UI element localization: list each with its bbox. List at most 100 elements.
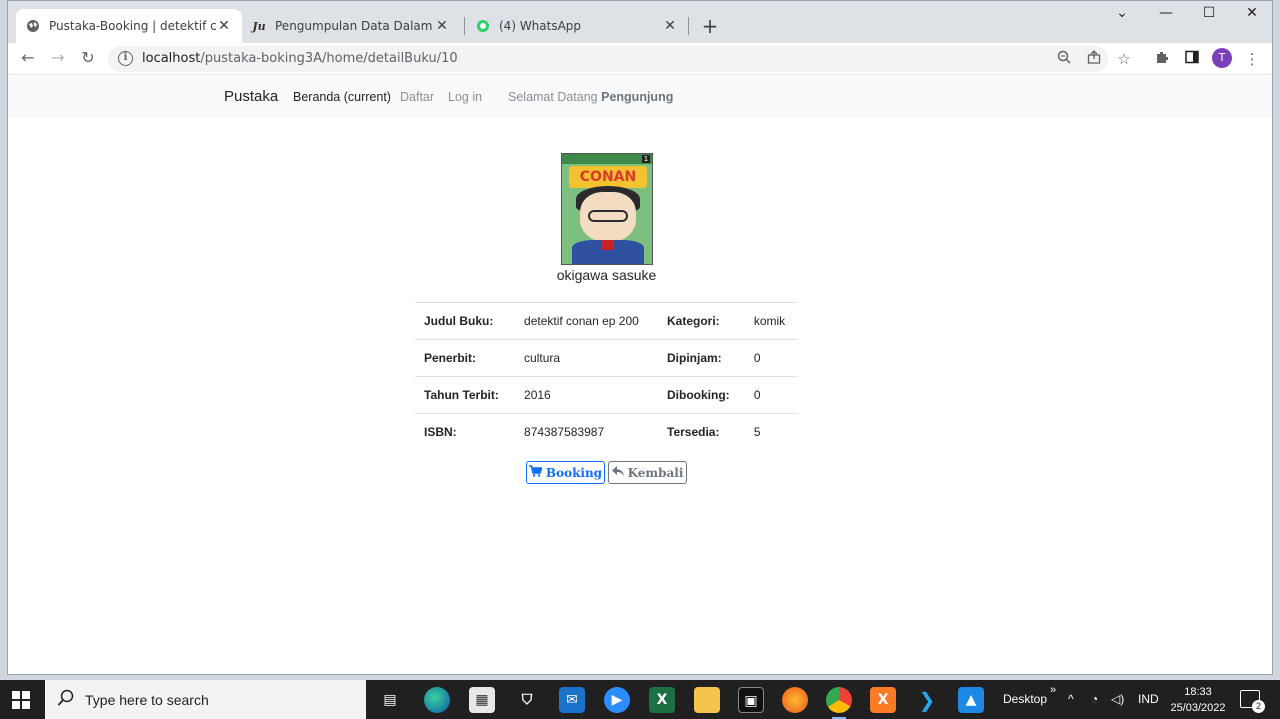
value-dipinjam: 0 (753, 351, 761, 365)
maximize-icon[interactable]: ☐ (1189, 5, 1229, 21)
zoom-icon[interactable] (1054, 49, 1074, 69)
task-view-icon[interactable]: ▤ (377, 687, 403, 713)
share-icon[interactable] (1084, 49, 1104, 69)
firefox-icon[interactable] (782, 687, 808, 713)
table-row: Judul Buku: detektif conan ep 200 Katego… (415, 302, 798, 340)
volume-icon[interactable]: ◁) (1111, 692, 1124, 706)
security-shield-icon[interactable]: ⛉ (514, 687, 540, 713)
label-dibooking: Dibooking: (667, 388, 730, 402)
tab-pustaka-booking[interactable]: Pustaka-Booking | detektif conan ✕ (16, 9, 242, 43)
nav-link-daftar[interactable]: Daftar (400, 90, 434, 104)
site-navbar: Pustaka Beranda (current) Daftar Log in … (8, 76, 1272, 118)
address-bar[interactable]: i localhost/pustaka-boking3A/home/detail… (108, 46, 1108, 72)
extensions-icon[interactable] (1152, 49, 1172, 69)
tab-whatsapp[interactable]: (4) WhatsApp ✕ (466, 9, 688, 43)
tab-strip: Pustaka-Booking | detektif conan ✕ Ju Pe… (8, 1, 1272, 43)
page-content: Pustaka Beranda (current) Daftar Log in … (8, 76, 1272, 674)
xampp-icon[interactable]: X (870, 687, 896, 713)
vscode-icon[interactable]: ❯ (914, 687, 940, 713)
windows-start-icon[interactable] (12, 691, 30, 709)
side-panel-icon[interactable] (1182, 49, 1202, 69)
tab-title: (4) WhatsApp (499, 19, 582, 33)
value-penerbit: cultura (524, 351, 561, 365)
tab-search-icon[interactable]: ⌄ (1102, 5, 1142, 21)
cart-icon (528, 465, 543, 480)
toolbar-expand-icon[interactable]: » (1050, 684, 1056, 696)
value-tersedia: 5 (753, 425, 761, 440)
new-tab-button[interactable]: + (698, 14, 722, 38)
windows-taskbar: Type here to search ▤ ▦ ⛉ ✉ ▶ X ▣ X ❯ ▲ … (0, 680, 1280, 719)
close-window-icon[interactable]: ✕ (1232, 5, 1272, 21)
close-tab-icon[interactable]: ✕ (434, 18, 450, 34)
search-placeholder: Type here to search (85, 691, 209, 708)
reply-arrow-icon (611, 465, 624, 480)
value-isbn: 874387583987 (524, 425, 605, 440)
search-icon (57, 689, 77, 711)
value-judul-buku: detektif conan ep 200 (524, 314, 639, 328)
notification-center-icon[interactable]: 2 (1240, 690, 1265, 713)
label-tahun-terbit: Tahun Terbit: (424, 388, 499, 402)
label-penerbit: Penerbit: (424, 351, 477, 365)
kembali-button[interactable]: Kembali (608, 461, 687, 484)
close-tab-icon[interactable]: ✕ (662, 18, 678, 34)
input-language[interactable]: IND (1138, 692, 1159, 706)
book-detail-table: Judul Buku: detektif conan ep 200 Katego… (415, 302, 798, 451)
store-icon[interactable]: ▦ (469, 687, 495, 713)
edge-icon[interactable] (424, 687, 450, 713)
globe-icon (26, 19, 40, 33)
label-kategori: Kategori: (667, 314, 720, 328)
table-row: Tahun Terbit: 2016 Dibooking: 0 (415, 376, 798, 414)
menu-kebab-icon[interactable]: ⋮ (1242, 49, 1262, 69)
profile-avatar[interactable]: T (1212, 48, 1232, 68)
chrome-icon[interactable] (826, 687, 852, 719)
welcome-prefix: Selamat Datang (508, 90, 598, 104)
value-kategori: komik (753, 314, 786, 328)
welcome-text: Selamat Datang Pengunjung (508, 90, 673, 104)
photos-icon[interactable]: ▲ (958, 687, 984, 713)
booking-label: Booking (545, 465, 603, 480)
booking-button[interactable]: Booking (526, 461, 605, 484)
tray-chevron-up-icon[interactable]: ^ (1068, 692, 1074, 706)
excel-icon[interactable]: X (649, 687, 675, 713)
browser-window: Pustaka-Booking | detektif conan ✕ Ju Pe… (7, 0, 1273, 675)
table-row: ISBN: 874387583987 Tersedia: 5 (415, 413, 798, 451)
forward-icon[interactable]: → (48, 48, 68, 68)
wifi-icon[interactable]: ◔ (1091, 692, 1098, 706)
url-text: localhost/pustaka-boking3A/home/detailBu… (142, 51, 458, 66)
url-host: localhost (142, 51, 201, 66)
value-dibooking: 0 (753, 388, 761, 402)
label-judul-buku: Judul Buku: (424, 314, 494, 328)
reload-icon[interactable]: ↻ (78, 48, 98, 68)
file-explorer-icon[interactable] (694, 687, 720, 713)
jurnal-icon: Ju (252, 19, 266, 33)
clock-date: 25/03/2022 (1170, 702, 1226, 714)
cover-logo: CONAN (569, 166, 647, 188)
mail-icon[interactable]: ✉ (559, 687, 585, 713)
tab-separator (464, 17, 465, 35)
media-app-icon[interactable]: ▣ (738, 687, 764, 713)
taskbar-clock[interactable]: 18:33 25/03/2022 (1168, 684, 1228, 716)
close-tab-icon[interactable]: ✕ (216, 18, 232, 34)
book-author: okigawa sasuke (556, 267, 657, 283)
cover-volume-number: 1 (642, 155, 650, 163)
tab-pengumpulan-data[interactable]: Ju Pengumpulan Data Dalam Peneli ✕ (242, 9, 460, 43)
label-dipinjam: Dipinjam: (667, 351, 722, 365)
kembali-label: Kembali (627, 465, 684, 480)
url-path: /pustaka-boking3A/home/detailBuku/10 (200, 51, 458, 66)
value-tahun-terbit: 2016 (524, 388, 551, 402)
navbar-brand[interactable]: Pustaka (224, 88, 278, 105)
nav-link-beranda[interactable]: Beranda (current) (293, 90, 391, 104)
zoom-app-icon[interactable]: ▶ (604, 687, 630, 713)
minimize-icon[interactable]: — (1146, 5, 1186, 21)
bookmark-star-icon[interactable]: ☆ (1114, 49, 1134, 69)
browser-toolbar: ← → ↻ i localhost/pustaka-boking3A/home/… (8, 43, 1272, 75)
tab-separator (688, 17, 689, 35)
table-row: Penerbit: cultura Dipinjam: 0 (415, 339, 798, 377)
nav-link-login[interactable]: Log in (448, 90, 482, 104)
back-icon[interactable]: ← (18, 48, 38, 68)
tab-title: Pustaka-Booking | detektif conan (49, 19, 216, 33)
desktop-toolbar-label[interactable]: Desktop (1003, 692, 1047, 706)
site-info-icon[interactable]: i (118, 51, 133, 66)
welcome-user: Pengunjung (601, 90, 674, 104)
taskbar-search-box[interactable]: Type here to search (45, 680, 366, 719)
